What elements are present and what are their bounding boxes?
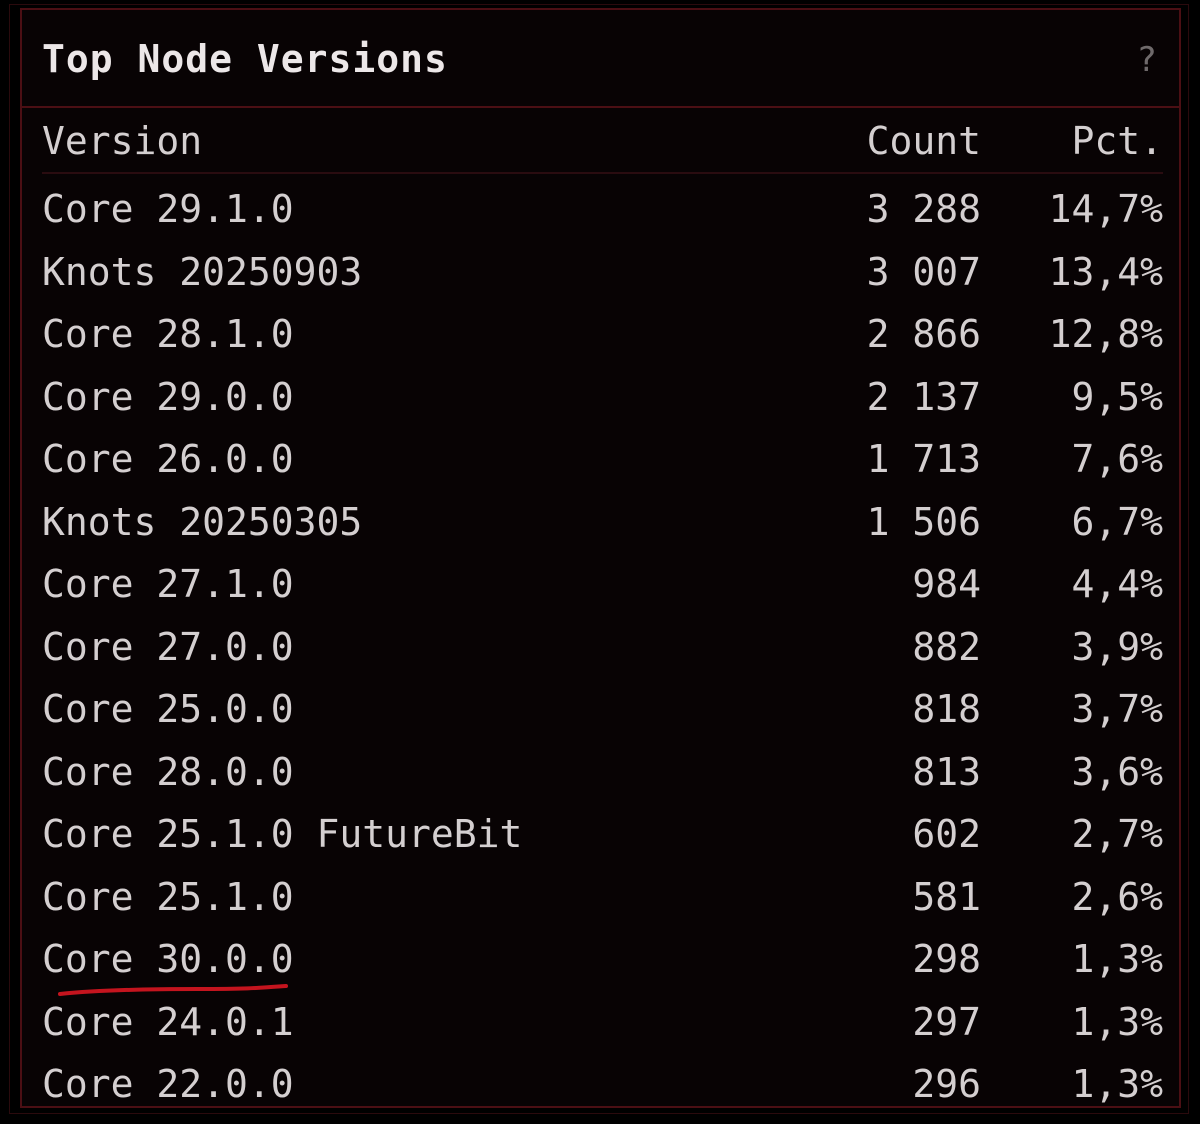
table-row: Core 25.0.0 818 3,7% [42,678,1163,741]
pct-cell: 1,3% [1071,999,1163,1044]
table-row: Core 25.1.0 581 2,6% [42,866,1163,929]
version-cell: Core 30.0.0 [42,937,294,981]
version-cell: Core 27.0.0 [42,624,294,669]
count-cell: 297 [912,999,981,1044]
pct-cell: 3,9% [1071,624,1163,669]
column-header-count[interactable]: Count [867,110,981,172]
count-cell: 1 713 [866,437,981,481]
count-cell: 984 [912,562,981,606]
count-cell: 813 [912,749,981,794]
pct-cell: 14,7% [1048,187,1163,231]
pct-cell: 3,7% [1071,687,1163,731]
count-cell: 818 [912,687,981,731]
version-cell: Core 22.0.0 [42,1062,294,1106]
count-cell: 2 137 [866,374,981,419]
table-row: Knots 20250903 3 007 13,4% [42,241,1163,304]
column-header-pct[interactable]: Pct. [1071,110,1163,172]
count-cell: 581 [912,874,981,919]
table-row: Core 25.1.0 FutureBit 602 2,7% [42,803,1163,866]
pct-cell: 12,8% [1048,312,1163,356]
count-cell: 602 [912,812,981,856]
version-cell: Core 25.0.0 [42,687,294,731]
table-row: Core 27.0.0 882 3,9% [42,616,1163,679]
table-row: Core 24.0.1 297 1,3% [42,991,1163,1054]
table-row: Core 28.1.0 2 866 12,8% [42,303,1163,366]
table-header-row: Version Count Pct. [42,110,1163,174]
top-node-versions-panel: Top Node Versions ? Version Count Pct. C… [20,8,1181,1108]
pct-cell: 13,4% [1048,249,1163,294]
table-row: Core 26.0.0 1 713 7,6% [42,428,1163,491]
pct-cell: 2,6% [1071,874,1163,919]
count-cell: 1 506 [866,499,981,544]
table-row-highlighted: Core 30.0.0 298 1,3% [42,928,1163,996]
version-cell: Core 28.0.0 [42,749,294,794]
pct-cell: 9,5% [1071,374,1163,419]
panel-header: Top Node Versions ? [22,10,1179,108]
pct-cell: 3,6% [1071,749,1163,794]
version-cell: Knots 20250305 [42,499,363,544]
count-cell: 2 866 [866,312,981,356]
table-row: Core 27.1.0 984 4,4% [42,553,1163,616]
count-cell: 3 288 [866,187,981,231]
pct-cell: 7,6% [1071,437,1163,481]
table-row: Core 29.1.0 3 288 14,7% [42,178,1163,241]
count-cell: 3 007 [866,249,981,294]
pct-cell: 6,7% [1071,499,1163,544]
version-cell: Core 26.0.0 [42,437,294,481]
version-cell: Core 25.1.0 FutureBit [42,812,523,856]
count-cell: 298 [912,937,981,981]
count-cell: 296 [912,1062,981,1106]
count-cell: 882 [912,624,981,669]
versions-table: Version Count Pct. Core 29.1.0 3 288 14,… [42,110,1163,1116]
table-row: Core 28.0.0 813 3,6% [42,741,1163,804]
version-cell: Core 24.0.1 [42,999,294,1044]
version-cell: Core 29.0.0 [42,374,294,419]
pct-cell: 1,3% [1071,937,1163,981]
version-cell: Knots 20250903 [42,249,363,294]
table-row: Knots 20250305 1 506 6,7% [42,491,1163,554]
pct-cell: 2,7% [1071,812,1163,856]
table-row: Core 29.0.0 2 137 9,5% [42,366,1163,429]
table-body: Core 29.1.0 3 288 14,7% Knots 20250903 3… [42,174,1163,1116]
version-cell: Core 27.1.0 [42,562,294,606]
pct-cell: 1,3% [1071,1062,1163,1106]
help-icon[interactable]: ? [1137,40,1157,80]
version-cell: Core 28.1.0 [42,312,294,356]
column-header-version[interactable]: Version [42,110,202,172]
table-row: Core 22.0.0 296 1,3% [42,1053,1163,1116]
version-cell: Core 29.1.0 [42,187,294,231]
version-cell: Core 25.1.0 [42,874,294,919]
panel-title: Top Node Versions [42,37,448,81]
pct-cell: 4,4% [1071,562,1163,606]
